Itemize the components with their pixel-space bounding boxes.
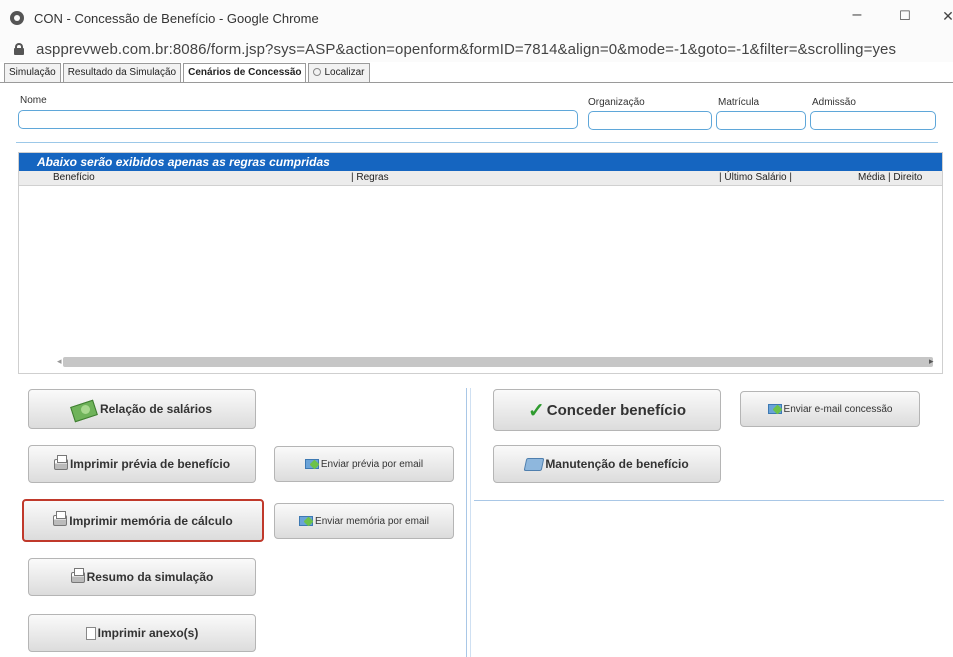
tab-localizar[interactable]: Localizar	[308, 63, 370, 82]
close-button[interactable]: ✕	[933, 8, 953, 25]
column-media-direito[interactable]: Média | Direito	[858, 172, 922, 183]
tab-bar: Simulação Resultado da Simulação Cenário…	[4, 63, 372, 83]
scroll-right-arrow-icon[interactable]: ▸	[929, 356, 934, 367]
tab-simulacao[interactable]: Simulação	[4, 63, 61, 82]
admissao-field[interactable]	[810, 111, 936, 130]
imprimir-memoria-calculo-label: Imprimir memória de cálculo	[69, 513, 233, 528]
address-bar[interactable]: aspprevweb.com.br:8086/form.jsp?sys=ASP&…	[0, 36, 953, 62]
scroll-left-arrow-icon[interactable]: ◂	[57, 356, 62, 367]
imprimir-anexo-button[interactable]: Imprimir anexo(s)	[28, 614, 256, 652]
enviar-memoria-email-label: Enviar memória por email	[315, 515, 429, 527]
printer-icon	[70, 567, 85, 583]
column-ultimo-salario[interactable]: | Último Salário |	[719, 172, 792, 183]
manutencao-beneficio-label: Manutenção de benefício	[545, 457, 689, 471]
conceder-beneficio-label: Conceder benefício	[546, 401, 686, 419]
enviar-previa-email-button[interactable]: Enviar prévia por email	[274, 446, 454, 482]
enviar-memoria-email-button[interactable]: Enviar memória por email	[274, 503, 454, 539]
horizontal-scrollbar[interactable]	[63, 357, 933, 367]
printer-icon	[53, 511, 68, 526]
relacao-salarios-button[interactable]: Relação de salários	[28, 389, 256, 429]
enviar-email-concessao-label: Enviar e-mail concessão	[783, 403, 893, 415]
url-text[interactable]: aspprevweb.com.br:8086/form.jsp?sys=ASP&…	[36, 41, 896, 58]
document-icon	[85, 626, 96, 640]
organizacao-field[interactable]	[588, 111, 712, 130]
imprimir-anexo-label: Imprimir anexo(s)	[97, 626, 199, 640]
printer-icon	[53, 454, 68, 470]
tab-resultado-simulacao[interactable]: Resultado da Simulação	[62, 63, 182, 82]
column-beneficio[interactable]: Benefício	[53, 172, 95, 183]
matricula-field[interactable]	[716, 111, 806, 130]
tab-localizar-label: Localizar	[324, 67, 365, 78]
nome-label: Nome	[20, 95, 47, 106]
chrome-icon	[10, 11, 24, 25]
manutencao-beneficio-button[interactable]: Manutenção de benefício	[493, 445, 721, 483]
search-icon	[313, 68, 322, 76]
resumo-simulacao-label: Resumo da simulação	[86, 570, 214, 584]
window-title: CON - Concessão de Benefício - Google Ch…	[34, 10, 319, 26]
maximize-button[interactable]: ☐	[890, 8, 920, 24]
mail-icon	[304, 459, 319, 469]
right-panel-separator	[474, 500, 944, 501]
organizacao-label: Organização	[588, 97, 645, 108]
matricula-label: Matrícula	[718, 97, 760, 108]
imprimir-previa-button[interactable]: Imprimir prévia de benefício	[28, 445, 256, 483]
grid-column-headers: Benefício | Regras | Último Salário | Mé…	[19, 171, 942, 186]
conceder-beneficio-button[interactable]: ✓ Conceder benefício	[493, 389, 721, 431]
checkmark-icon: ✓	[528, 399, 545, 422]
minimize-button[interactable]: –	[842, 6, 872, 24]
mail-icon	[767, 404, 782, 414]
imprimir-memoria-calculo-button[interactable]: Imprimir memória de cálculo	[22, 499, 264, 542]
grid-header: Abaixo serão exibidos apenas as regras c…	[19, 153, 942, 171]
tab-cenarios-concessao[interactable]: Cenários de Concessão	[183, 63, 307, 83]
rules-grid: Abaixo serão exibidos apenas as regras c…	[18, 152, 943, 374]
nome-field[interactable]	[18, 110, 578, 129]
money-icon	[72, 399, 98, 419]
panel-divider-shadow	[470, 388, 471, 657]
window-titlebar: CON - Concessão de Benefício - Google Ch…	[0, 0, 953, 36]
lock-icon	[14, 43, 24, 55]
panel-divider	[466, 388, 467, 657]
mail-icon	[299, 516, 314, 526]
admissao-label: Admissão	[812, 97, 856, 108]
folder-icon	[523, 457, 545, 471]
tab-divider	[0, 82, 953, 83]
relacao-salarios-label: Relação de salários	[99, 402, 213, 416]
imprimir-previa-label: Imprimir prévia de benefício	[69, 457, 231, 471]
enviar-email-concessao-button[interactable]: Enviar e-mail concessão	[740, 391, 920, 427]
resumo-simulacao-button[interactable]: Resumo da simulação	[28, 558, 256, 596]
form-separator	[16, 142, 938, 143]
column-regras[interactable]: | Regras	[351, 172, 389, 183]
enviar-previa-email-label: Enviar prévia por email	[320, 458, 424, 470]
